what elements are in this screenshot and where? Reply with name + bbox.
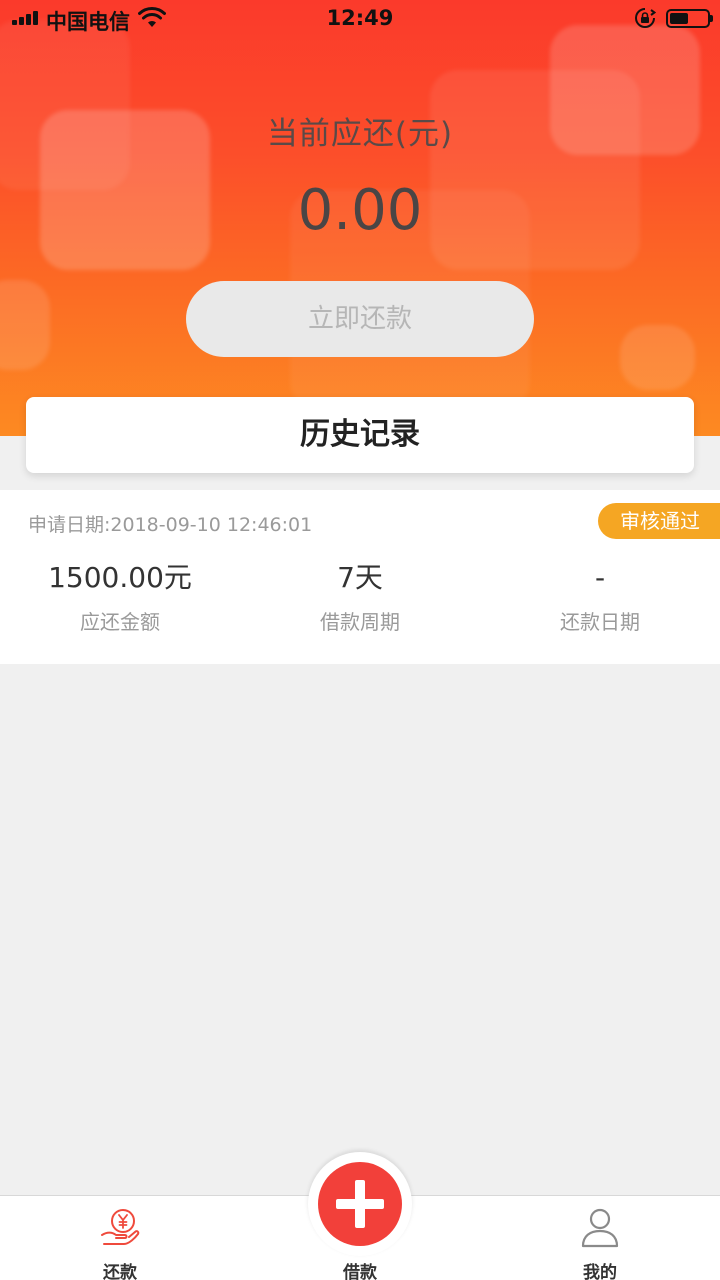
tab-mine[interactable]: 我的 bbox=[480, 1196, 720, 1280]
tab-borrow-label: 借款 bbox=[343, 1263, 377, 1280]
battery-level bbox=[670, 13, 688, 24]
history-title: 历史记录 bbox=[26, 397, 694, 473]
amount-label: 应还金额 bbox=[80, 610, 160, 634]
bokeh-decoration bbox=[620, 325, 695, 390]
rotation-lock-icon bbox=[635, 8, 656, 28]
current-due-label: 当前应还(元) bbox=[266, 116, 454, 152]
repay-hand-yen-icon bbox=[101, 1209, 140, 1245]
user-icon bbox=[581, 1208, 619, 1248]
status-time: 12:49 bbox=[326, 6, 394, 30]
metric-amount: 1500.00元 应还金额 bbox=[0, 558, 240, 635]
history-record[interactable]: 申请日期:2018-09-10 12:46:01 审核通过 1500.00元 应… bbox=[0, 490, 720, 664]
battery-nub bbox=[710, 15, 713, 22]
current-due-amount: 0.00 bbox=[297, 178, 423, 243]
tab-mine-label: 我的 bbox=[583, 1263, 617, 1280]
metric-repay-date: - 还款日期 bbox=[480, 558, 720, 635]
tab-repay[interactable]: 还款 bbox=[0, 1196, 240, 1280]
repay-now-button[interactable]: 立即还款 bbox=[186, 281, 534, 357]
amount-value: 1500.00元 bbox=[48, 561, 192, 594]
status-bar: 中国电信 12:49 bbox=[0, 0, 720, 40]
repay-date-label: 还款日期 bbox=[560, 610, 640, 634]
apply-date: 申请日期:2018-09-10 12:46:01 bbox=[28, 514, 313, 536]
period-label: 借款周期 bbox=[320, 610, 400, 634]
bokeh-decoration bbox=[0, 280, 50, 370]
metric-period: 7天 借款周期 bbox=[240, 558, 480, 635]
battery-icon bbox=[666, 9, 710, 28]
period-value: 7天 bbox=[337, 561, 383, 594]
tab-repay-label: 还款 bbox=[103, 1263, 137, 1280]
borrow-fab-button[interactable] bbox=[318, 1162, 402, 1246]
repay-date-value: - bbox=[594, 561, 606, 594]
status-badge: 审核通过 bbox=[598, 503, 720, 539]
